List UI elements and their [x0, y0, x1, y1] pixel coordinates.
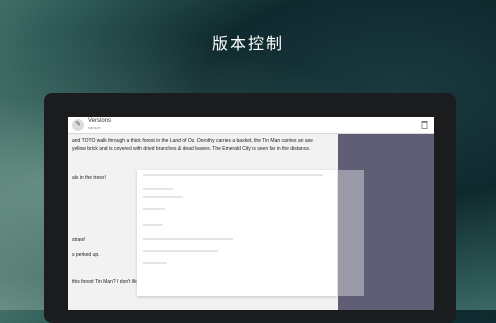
doc-line: straw! [72, 237, 86, 243]
preview-line [143, 174, 323, 176]
app-logo-icon[interactable]: ✎ [72, 119, 84, 131]
app-title: Versions [88, 118, 112, 124]
preview-line [143, 196, 183, 198]
app-subtitle: sample [88, 125, 101, 130]
tablet-screen: ✎ Versions sample and TOTO walk through … [68, 117, 434, 310]
preview-panel-edge [338, 170, 364, 296]
page-headline: 版本控制 [211, 34, 284, 53]
preview-line [143, 262, 167, 264]
preview-line [143, 208, 165, 210]
preview-line [143, 250, 218, 252]
doc-line: als in the trees! [72, 175, 106, 181]
version-preview-panel[interactable] [137, 170, 337, 296]
doc-line: yellow brick and is covered with dried b… [72, 146, 311, 152]
preview-line [143, 224, 163, 226]
doc-line: and TOTO walk through a thick forest in … [72, 138, 313, 144]
trash-icon[interactable] [421, 120, 428, 129]
doc-line: s perked up. [72, 252, 100, 258]
app-bar: ✎ Versions sample [68, 117, 434, 134]
preview-line [143, 238, 233, 240]
preview-line [143, 188, 173, 190]
